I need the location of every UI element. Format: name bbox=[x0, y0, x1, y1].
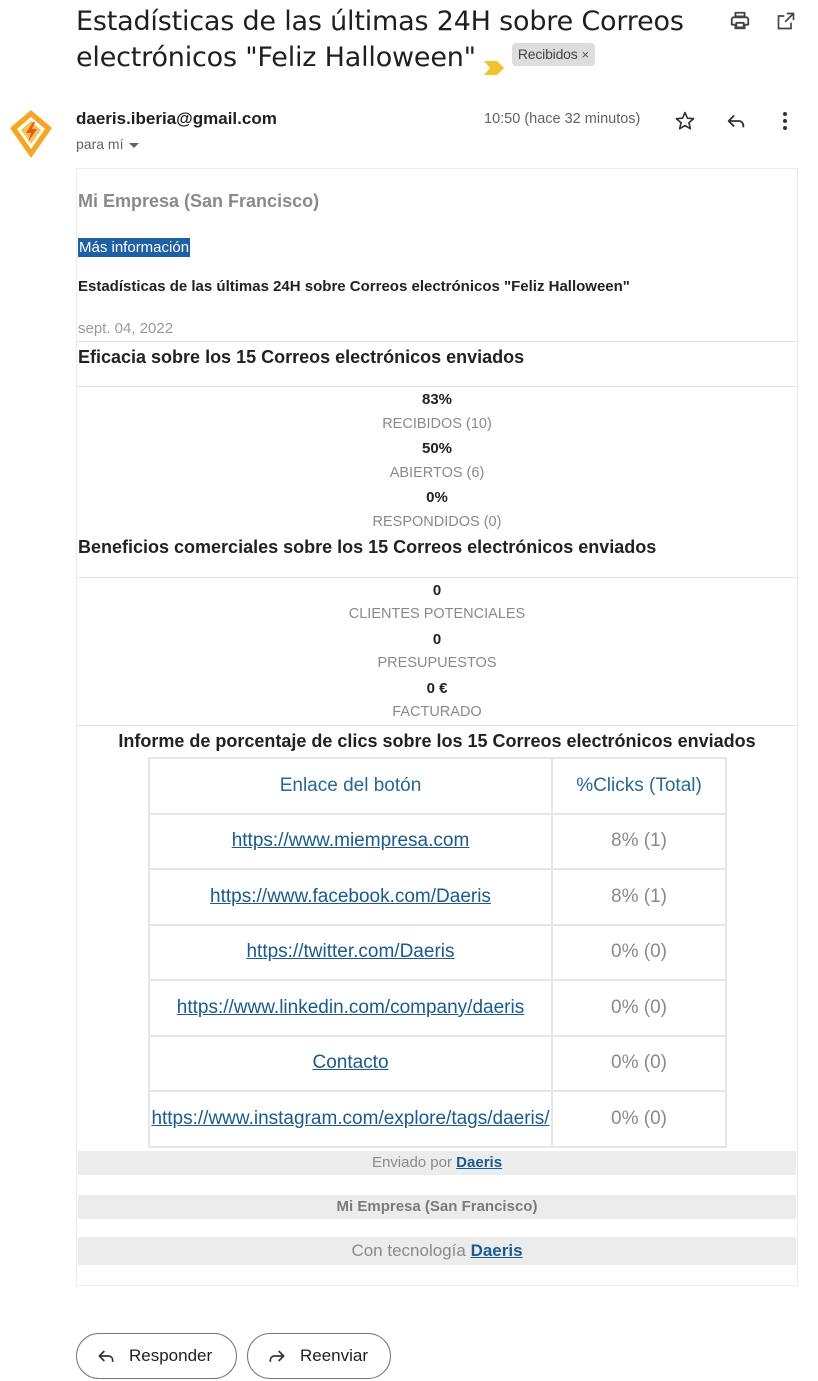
email-title: Estadísticas de las últimas 24H sobre Co… bbox=[78, 278, 630, 295]
label-chip-text: Recibidos bbox=[517, 46, 578, 62]
more-info-link[interactable]: Más información bbox=[78, 238, 191, 257]
efficacy-section-title: Eficacia sobre los 15 Correos electrónic… bbox=[78, 347, 525, 367]
clicks-report-title: Informe de porcentaje de clics sobre los… bbox=[118, 731, 756, 751]
table-row: https://www.facebook.com/Daeris 8% (1) bbox=[148, 868, 727, 926]
company-name: Mi Empresa (San Francisco) bbox=[78, 191, 320, 211]
clicks-cell: 0% (0) bbox=[551, 923, 727, 981]
message-time: 10:50 (hace 32 minutos) bbox=[484, 111, 641, 127]
clicks-cell: 0% (0) bbox=[551, 979, 727, 1037]
stat-opened-label: ABIERTOS (6) bbox=[389, 465, 485, 481]
more-vert-icon[interactable] bbox=[772, 108, 798, 134]
link-cell[interactable]: https://www.miempresa.com bbox=[148, 812, 553, 870]
clicks-cell: 8% (1) bbox=[551, 812, 727, 870]
table-row: https://twitter.com/Daeris 0% (0) bbox=[148, 923, 727, 981]
forward-icon bbox=[266, 1345, 288, 1367]
link-cell[interactable]: https://twitter.com/Daeris bbox=[148, 923, 553, 981]
divider bbox=[77, 725, 797, 726]
stat-quotes-value: 0 bbox=[432, 631, 442, 648]
reply-button[interactable]: Responder bbox=[76, 1333, 237, 1379]
forward-button-label: Reenviar bbox=[300, 1346, 369, 1365]
link-cell[interactable]: https://www.linkedin.com/company/daeris bbox=[148, 979, 553, 1037]
chevron-down-icon[interactable] bbox=[129, 142, 140, 148]
stat-leads-value: 0 bbox=[432, 582, 442, 599]
recipient-details[interactable]: para mí bbox=[76, 136, 140, 152]
email-subject: Estadísticas de las últimas 24H sobre Co… bbox=[76, 4, 716, 76]
stat-billed-value: 0 € bbox=[426, 680, 448, 697]
reply-icon bbox=[95, 1345, 117, 1367]
divider bbox=[77, 577, 797, 578]
table-row: https://www.instagram.com/explore/tags/d… bbox=[148, 1090, 727, 1148]
table-row: https://www.miempresa.com 8% (1) bbox=[148, 812, 727, 870]
column-header-clicks: %Clicks (Total) bbox=[551, 757, 727, 815]
stat-replied-label: RESPONDIDOS (0) bbox=[372, 514, 502, 530]
label-chip-inbox[interactable]: Recibidos × bbox=[511, 43, 595, 66]
sent-by-text: Enviado por bbox=[371, 1154, 452, 1171]
clicks-table: Enlace del botón %Clicks (Total) https:/… bbox=[148, 757, 727, 1148]
link-cell[interactable]: Contacto bbox=[148, 1034, 553, 1092]
stat-quotes-label: PRESUPUESTOS bbox=[377, 655, 497, 671]
recipient-text: para mí bbox=[76, 136, 124, 152]
remove-label-icon[interactable]: × bbox=[582, 47, 590, 62]
clicks-cell: 0% (0) bbox=[551, 1034, 727, 1092]
table-row: https://www.linkedin.com/company/daeris … bbox=[148, 979, 727, 1037]
forward-button[interactable]: Reenviar bbox=[247, 1333, 391, 1379]
table-row: Contacto 0% (0) bbox=[148, 1034, 727, 1092]
stat-received-value: 83% bbox=[421, 391, 453, 408]
clicks-cell: 8% (1) bbox=[551, 868, 727, 926]
stat-billed-label: FACTURADO bbox=[392, 704, 482, 720]
stat-opened-value: 50% bbox=[421, 440, 453, 457]
link-cell[interactable]: https://www.instagram.com/explore/tags/d… bbox=[148, 1090, 553, 1148]
divider bbox=[77, 341, 797, 342]
footer-company-bar: Mi Empresa (San Francisco) bbox=[78, 1195, 796, 1219]
powered-by-link[interactable]: Daeris bbox=[471, 1241, 523, 1260]
stat-leads-label: CLIENTES POTENCIALES bbox=[348, 606, 526, 622]
print-icon[interactable] bbox=[727, 8, 753, 34]
open-in-new-window-icon[interactable] bbox=[773, 8, 799, 34]
stat-replied-value: 0% bbox=[426, 489, 448, 506]
powered-by-bar: Con tecnología Daeris bbox=[78, 1237, 796, 1265]
powered-by-text: Con tecnología bbox=[351, 1241, 466, 1260]
table-header-row: Enlace del botón %Clicks (Total) bbox=[148, 757, 727, 815]
divider bbox=[77, 386, 797, 387]
sent-by-link[interactable]: Daeris bbox=[456, 1154, 502, 1171]
link-cell[interactable]: https://www.facebook.com/Daeris bbox=[148, 868, 553, 926]
stat-received-label: RECIBIDOS (10) bbox=[382, 416, 492, 432]
email-date: sept. 04, 2022 bbox=[78, 320, 174, 337]
column-header-link: Enlace del botón bbox=[148, 757, 553, 815]
sender-avatar bbox=[8, 108, 54, 160]
sender-address: daeris.iberia@gmail.com bbox=[76, 109, 277, 128]
benefits-section-title: Beneficios comerciales sobre los 15 Corr… bbox=[78, 537, 657, 557]
importance-marker-icon[interactable] bbox=[483, 49, 504, 75]
reply-icon[interactable] bbox=[723, 108, 749, 134]
reply-button-label: Responder bbox=[129, 1346, 213, 1365]
star-icon[interactable] bbox=[672, 108, 698, 134]
clicks-cell: 0% (0) bbox=[551, 1090, 727, 1148]
sent-by-bar: Enviado por Daeris bbox=[78, 1151, 796, 1175]
